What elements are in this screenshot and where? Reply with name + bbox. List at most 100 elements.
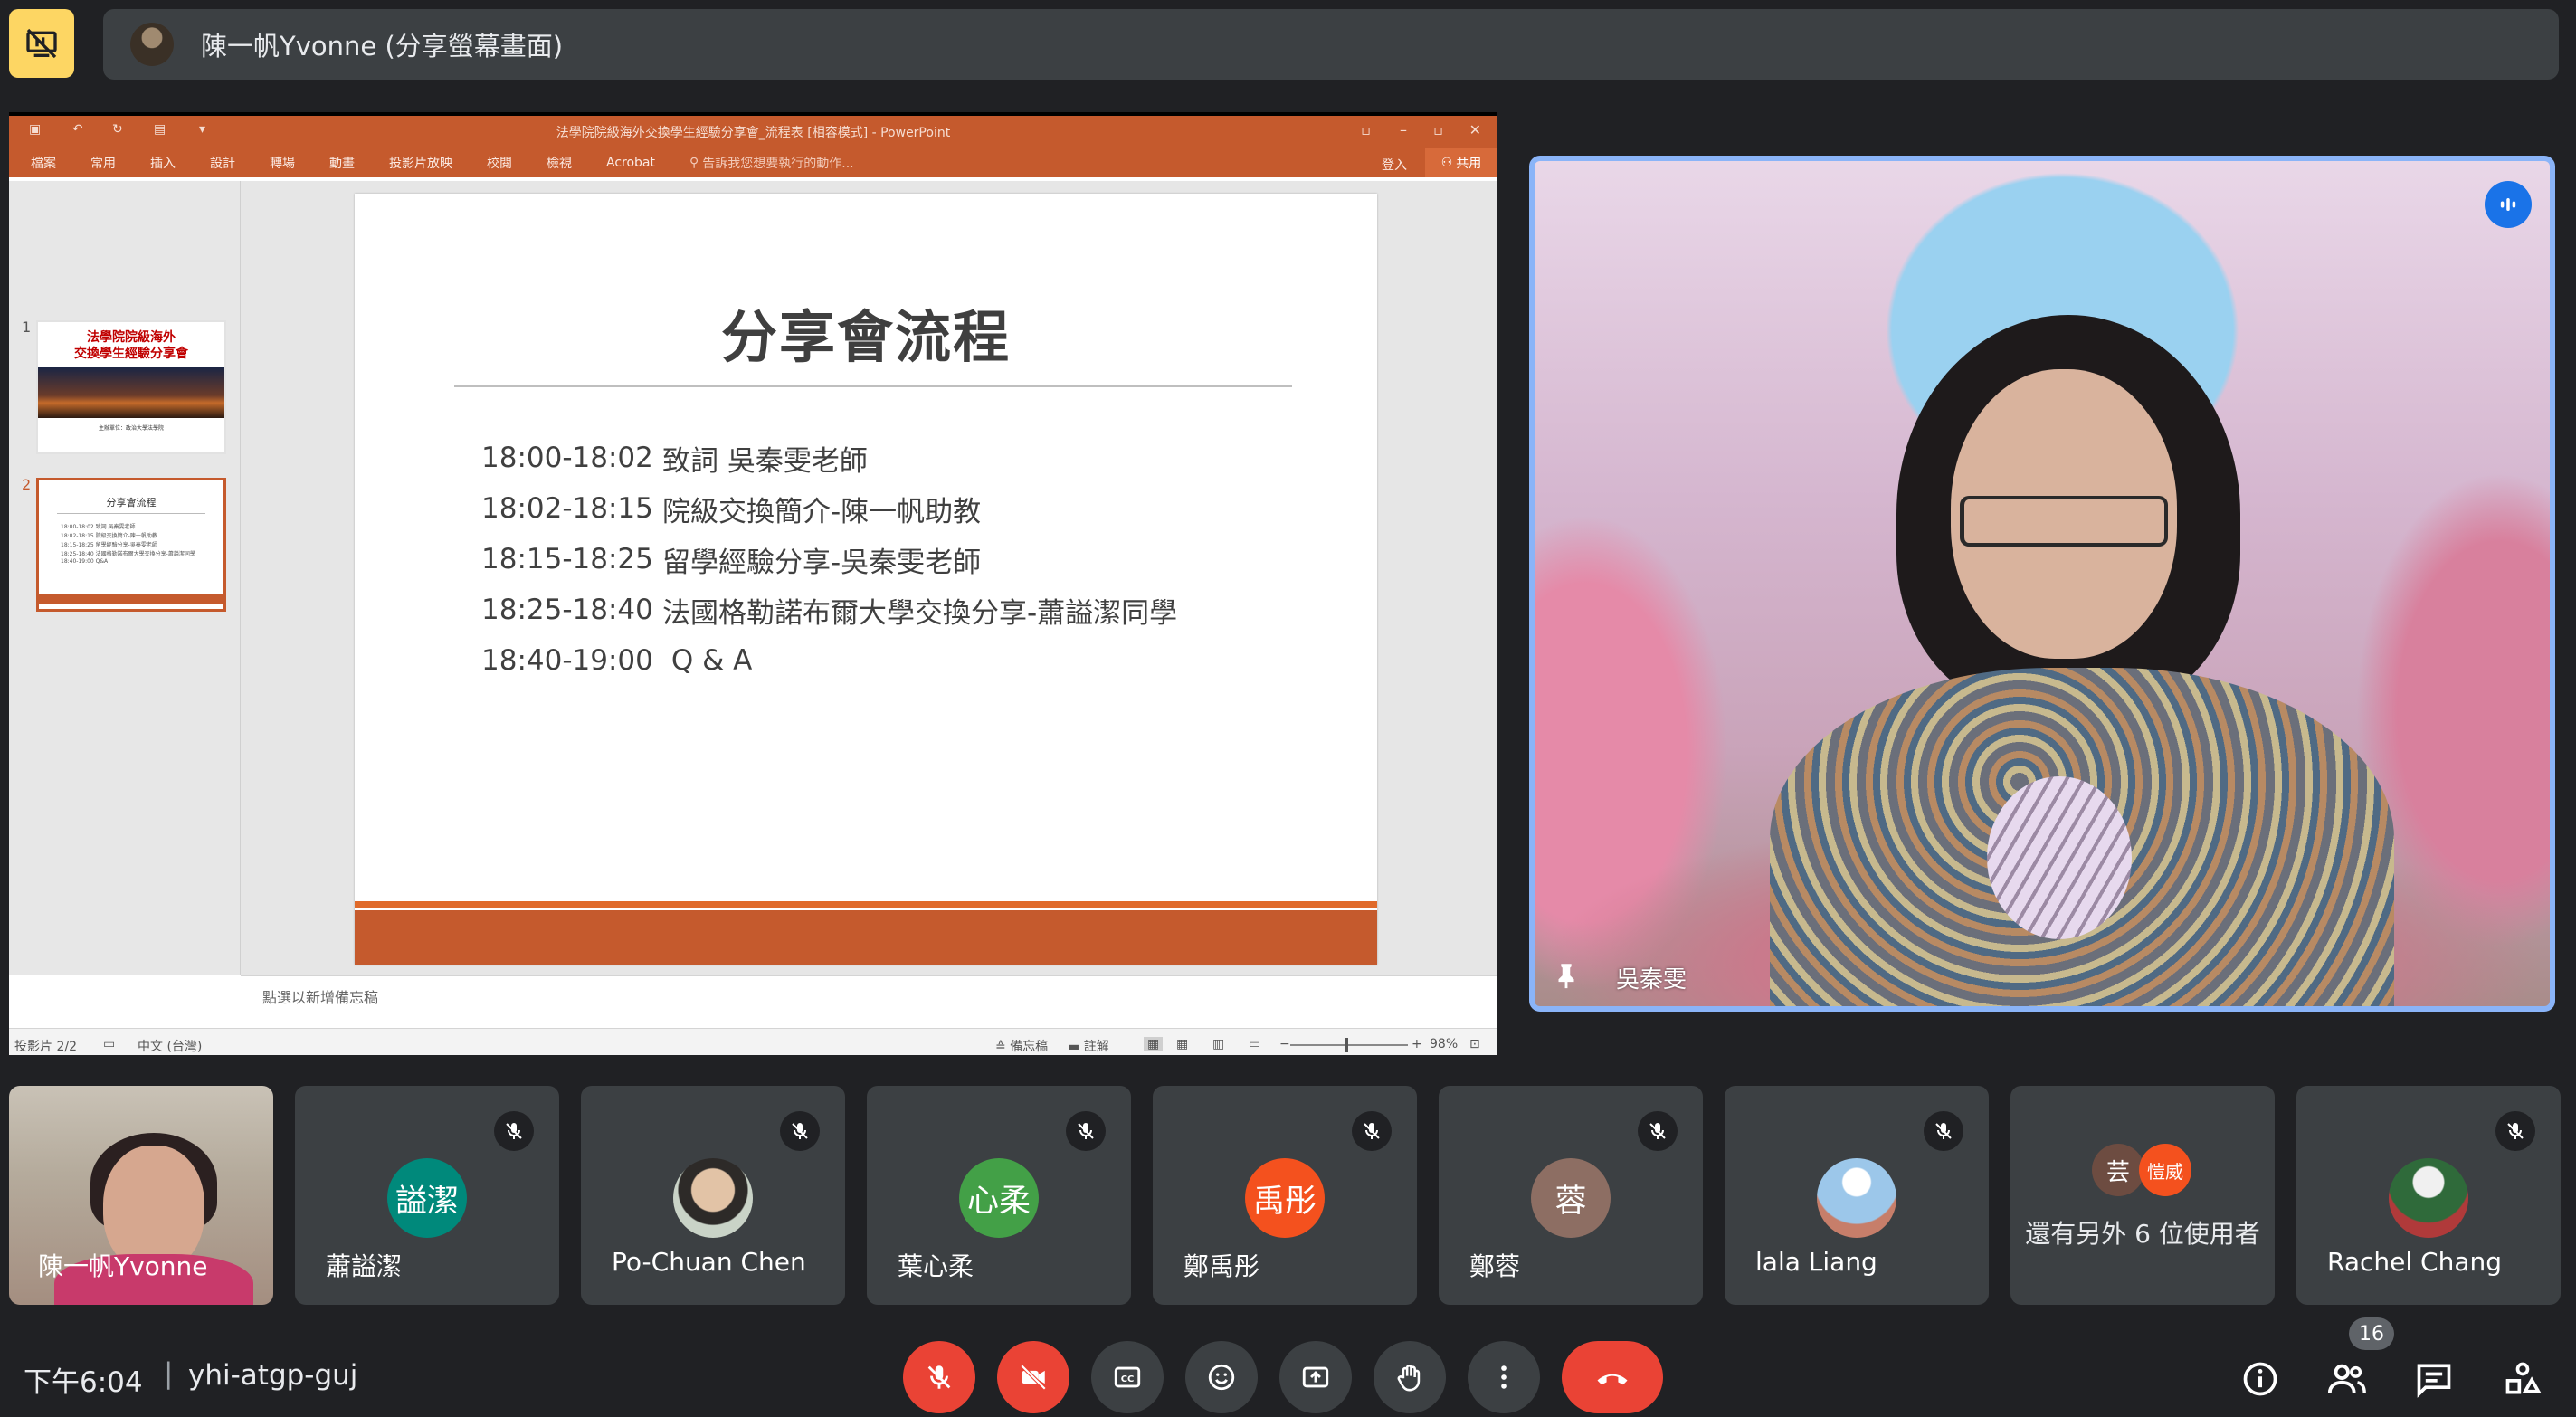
thumbnail-number: 1	[22, 319, 32, 336]
agenda-item: 法國格勒諾布爾大學交換分享-蕭謚潔同學	[662, 596, 1178, 630]
avatar: 謚潔	[387, 1158, 467, 1238]
minimize-icon[interactable]: –	[1400, 121, 1407, 138]
notes-toggle[interactable]: ≙ 備忘稿	[995, 1037, 1048, 1055]
agenda-row: 18:02-18:15 院級交換簡介-陳一帆助教	[481, 483, 1177, 534]
participant-name: 蕭謚潔	[326, 1251, 403, 1281]
fit-slide-icon[interactable]: ⊡	[1469, 1037, 1480, 1051]
tab-design[interactable]: 設計	[210, 154, 235, 172]
more-participants-label: 還有另外 6 位使用者	[2025, 1219, 2260, 1249]
agenda-row: 18:40-19:00 Q & A	[481, 635, 1177, 686]
meeting-details-button[interactable]	[2235, 1354, 2286, 1404]
speaking-indicator-icon	[2485, 181, 2532, 228]
participant-name: 鄭蓉	[1469, 1251, 1521, 1281]
reading-view-icon[interactable]: ▥	[1212, 1037, 1224, 1051]
presenter-bar: 陳一帆Yvonne (分享螢幕畫面)	[103, 9, 2559, 80]
agenda-row: 18:25-18:40 法國格勒諾布爾大學交換分享-蕭謚潔同學	[481, 585, 1177, 635]
close-icon[interactable]: ✕	[1469, 121, 1481, 138]
reactions-button[interactable]	[1185, 1341, 1258, 1413]
slide-canvas[interactable]: 分享會流程 18:00-18:02 致詞 吳秦雯老師 18:02-18:15 院…	[355, 194, 1377, 965]
comment-icon: ▬	[1068, 1040, 1080, 1054]
maximize-icon[interactable]: ▫	[1433, 121, 1443, 138]
participant-tile[interactable]: 陳一帆Yvonne	[9, 1086, 273, 1305]
zoom-slider-handle[interactable]	[1345, 1038, 1348, 1052]
present-button[interactable]	[1279, 1341, 1352, 1413]
share-label: 共用	[1456, 157, 1482, 171]
thumbnail-number: 2	[22, 476, 32, 493]
sign-in-link[interactable]: 登入	[1382, 156, 1407, 174]
activities-icon	[2505, 1362, 2542, 1394]
thumbnail-footer-bar	[39, 594, 223, 604]
normal-view-icon[interactable]: ▦	[1144, 1037, 1164, 1051]
mic-off-icon	[780, 1111, 820, 1151]
people-icon	[2327, 1364, 2366, 1393]
spellcheck-icon[interactable]: ▭	[103, 1037, 115, 1051]
participant-tile[interactable]: Rachel Chang	[2296, 1086, 2561, 1305]
slideshow-view-icon[interactable]: ▭	[1249, 1037, 1260, 1051]
participant-tile[interactable]: lala Liang	[1725, 1086, 1989, 1305]
slide-thumbnail-2[interactable]: 分享會流程 18:00-18:02 致詞 吳秦雯老師 18:02-18:15 院…	[36, 478, 226, 612]
more-options-button[interactable]	[1468, 1341, 1540, 1413]
tell-me-search[interactable]: ♀ 告訴我您想要執行的動作...	[689, 154, 854, 172]
tab-animations[interactable]: 動畫	[329, 154, 355, 172]
slide-sorter-icon[interactable]: ▦	[1176, 1037, 1188, 1051]
activities-button[interactable]	[2497, 1354, 2548, 1404]
tab-review[interactable]: 校閱	[487, 154, 512, 172]
slide-footer-bar	[355, 910, 1377, 965]
stop-presenting-icon[interactable]	[9, 9, 74, 78]
people-button[interactable]	[2322, 1354, 2372, 1404]
present-screen-icon	[1302, 1366, 1329, 1388]
ribbon-options-icon[interactable]: ▫	[1361, 121, 1371, 138]
pin-icon[interactable]	[1551, 957, 1582, 994]
toolbar-separator: |	[164, 1357, 174, 1390]
tab-slideshow[interactable]: 投影片放映	[389, 154, 452, 172]
avatar	[130, 23, 174, 66]
share-button[interactable]: ⚇ 共用	[1425, 148, 1497, 177]
mic-toggle-button[interactable]	[903, 1341, 975, 1413]
participant-tile[interactable]: 謚潔 蕭謚潔	[295, 1086, 559, 1305]
meeting-code[interactable]: yhi-atgp-guj	[188, 1359, 357, 1392]
agenda-list: 18:00-18:02 致詞 吳秦雯老師 18:02-18:15 院級交換簡介-…	[481, 433, 1177, 686]
status-bar: 投影片 2/2 ▭ 中文 (台灣) ≙ 備忘稿 ▬ 註解 ▦ ▦ ▥ ▭ − +…	[9, 1028, 1497, 1055]
more-participants-tile[interactable]: 芸 愷威 還有另外 6 位使用者	[2010, 1086, 2275, 1305]
comments-label: 註解	[1083, 1040, 1109, 1054]
zoom-out-icon[interactable]: −	[1279, 1037, 1290, 1051]
zoom-in-icon[interactable]: +	[1412, 1037, 1422, 1051]
tab-transitions[interactable]: 轉場	[270, 154, 295, 172]
window-title: 法學院院級海外交換學生經驗分享會_流程表 [相容模式] - PowerPoint	[556, 126, 951, 140]
mic-off-icon	[1924, 1111, 1963, 1151]
thumbnail-row: 18:40-19:00 Q&A	[61, 558, 109, 565]
participant-tile[interactable]: 禹彤 鄭禹彤	[1153, 1086, 1417, 1305]
presenter-name: 陳一帆Yvonne (分享螢幕畫面)	[201, 31, 564, 62]
svg-text:CC: CC	[1121, 1374, 1135, 1384]
lightbulb-icon: ♀	[689, 156, 699, 170]
participant-tile[interactable]: 蓉 鄭蓉	[1439, 1086, 1703, 1305]
tab-file[interactable]: 檔案	[31, 154, 56, 172]
tab-acrobat[interactable]: Acrobat	[606, 156, 655, 170]
active-speaker-tile[interactable]: 吳秦雯	[1529, 156, 2555, 1012]
tab-view[interactable]: 檢視	[547, 154, 572, 172]
avatar: 心柔	[959, 1158, 1039, 1238]
raise-hand-button[interactable]	[1374, 1341, 1446, 1413]
mic-off-icon	[2495, 1111, 2535, 1151]
zoom-level[interactable]: 98%	[1430, 1037, 1458, 1051]
notes-pane[interactable]: 點選以新增備忘稿	[241, 975, 1497, 1028]
camera-off-icon	[1020, 1364, 1047, 1391]
info-icon	[2243, 1362, 2277, 1396]
language-indicator[interactable]: 中文 (台灣)	[138, 1037, 202, 1055]
chat-button[interactable]	[2409, 1354, 2459, 1404]
comments-toggle[interactable]: ▬ 註解	[1068, 1037, 1109, 1055]
agenda-row: 18:15-18:25 留學經驗分享-吳秦雯老師	[481, 534, 1177, 585]
ribbon-tabs: 檔案 常用 插入 設計 轉場 動畫 投影片放映 校閱 檢視 Acrobat ♀ …	[9, 148, 1497, 177]
slide-thumbnail-1[interactable]: 法學院院級海外 交換學生經驗分享會 主辦單位：政治大學法學院	[36, 320, 226, 454]
agenda-item: 致詞 吳秦雯老師	[662, 444, 868, 478]
captions-button[interactable]: CC	[1091, 1341, 1164, 1413]
tab-home[interactable]: 常用	[90, 154, 116, 172]
zoom-slider[interactable]	[1290, 1044, 1408, 1046]
participant-tile[interactable]: 心柔 葉心柔	[867, 1086, 1131, 1305]
camera-toggle-button[interactable]	[997, 1341, 1069, 1413]
leave-call-button[interactable]	[1562, 1341, 1663, 1413]
participant-tile[interactable]: Po-Chuan Chen	[581, 1086, 845, 1305]
tab-insert[interactable]: 插入	[150, 154, 176, 172]
ppt-title-bar: ▣ ↶ ↻ ▤ ▾ 法學院院級海外交換學生經驗分享會_流程表 [相容模式] - …	[9, 116, 1497, 148]
participant-name: 鄭禹彤	[1183, 1251, 1260, 1281]
